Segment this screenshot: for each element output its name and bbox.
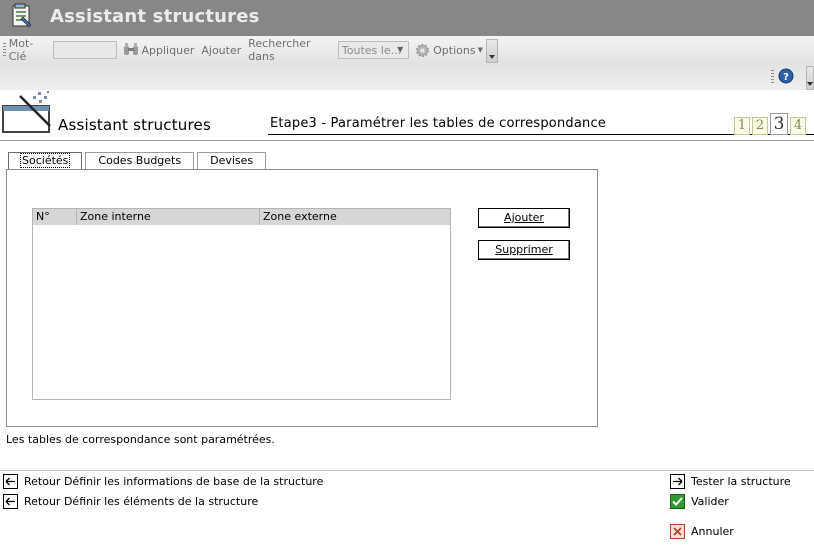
header-divider	[0, 140, 814, 141]
validate-label: Valider	[691, 495, 729, 508]
help-toolbar-grip[interactable]	[771, 70, 774, 84]
footer-divider	[0, 470, 814, 471]
keyword-input[interactable]	[52, 41, 117, 59]
step-title: Etape3 - Paramétrer les tables de corres…	[270, 116, 607, 131]
options-label: Options	[433, 43, 476, 57]
status-message: Les tables de correspondance sont paramé…	[6, 433, 275, 446]
step-2[interactable]: 2	[752, 117, 768, 135]
delete-button-label: Supprimer	[495, 243, 553, 256]
cancel-link[interactable]: Annuler	[670, 524, 734, 539]
tab-codes-budgets[interactable]: Codes Budgets	[85, 152, 195, 169]
step-3-current: 3	[770, 113, 788, 135]
test-structure-label: Tester la structure	[691, 475, 791, 488]
checkmark-icon	[670, 494, 685, 509]
wizard-title: Assistant structures	[58, 116, 211, 134]
test-structure-link[interactable]: Tester la structure	[670, 474, 791, 489]
gear-icon	[416, 43, 430, 57]
back-elements-link[interactable]: Retour Définir les éléments de la struct…	[3, 494, 258, 509]
keyword-label: Mot-Clé	[8, 37, 34, 63]
title-bar: Assistant structures	[0, 0, 814, 36]
tab-codes-budgets-label: Codes Budgets	[98, 154, 182, 167]
step-title-underline	[268, 134, 814, 135]
tab-bar: Sociétés Codes Budgets Devises	[8, 152, 269, 170]
column-header-number[interactable]: N°	[33, 209, 77, 225]
apply-label: Appliquer	[141, 43, 195, 57]
step-indicator: 1 2 3 4	[734, 113, 808, 135]
arrow-left-icon	[3, 494, 18, 509]
search-in-value: Toutes le...	[341, 43, 402, 57]
options-button[interactable]: Options ▼	[415, 43, 483, 58]
options-caret-icon: ▼	[477, 46, 483, 54]
add-button-label: Ajouter	[504, 211, 544, 224]
window-title: Assistant structures	[50, 6, 260, 27]
cancel-label: Annuler	[691, 525, 734, 538]
mapping-table[interactable]: N° Zone interne Zone externe	[32, 208, 451, 400]
back-base-info-label: Retour Définir les informations de base …	[24, 475, 324, 488]
column-header-external-zone[interactable]: Zone externe	[260, 209, 450, 225]
help-band	[0, 64, 814, 90]
delete-button[interactable]: Supprimer	[478, 240, 570, 260]
column-header-internal-zone[interactable]: Zone interne	[77, 209, 260, 225]
tab-societes[interactable]: Sociétés	[8, 152, 83, 170]
arrow-left-icon	[3, 474, 18, 489]
svg-text:?: ?	[783, 72, 789, 83]
step-1[interactable]: 1	[734, 117, 750, 135]
help-overflow-button[interactable]	[806, 66, 814, 90]
tab-societes-label: Sociétés	[19, 153, 71, 168]
binoculars-icon	[123, 43, 138, 55]
table-header: N° Zone interne Zone externe	[33, 209, 450, 225]
step-4[interactable]: 4	[790, 117, 806, 135]
help-icon: ?	[778, 68, 794, 84]
apply-button[interactable]: Appliquer	[123, 43, 195, 57]
search-in-select[interactable]: Toutes le... ▼	[337, 41, 410, 59]
app-document-icon	[12, 3, 32, 28]
add-button[interactable]: Ajouter	[478, 208, 570, 228]
back-elements-label: Retour Définir les éléments de la struct…	[24, 495, 259, 508]
add-toolbar-button[interactable]: Ajouter	[201, 44, 241, 57]
tab-devises-label: Devises	[210, 154, 254, 167]
arrow-right-icon	[670, 474, 685, 489]
help-button[interactable]: ?	[776, 67, 796, 85]
cancel-x-icon	[670, 524, 685, 539]
search-in-label: Rechercher dans	[248, 37, 311, 63]
toolbar-overflow-button[interactable]	[486, 39, 498, 63]
back-base-info-link[interactable]: Retour Définir les informations de base …	[3, 474, 323, 489]
add-toolbar-label: Ajouter	[201, 43, 242, 57]
tab-devises[interactable]: Devises	[197, 152, 267, 169]
wizard-wand-icon	[2, 91, 51, 133]
chevron-down-icon: ▼	[397, 45, 404, 54]
search-toolbar: Mot-Clé Appliquer Ajouter Rechercher dan…	[0, 36, 814, 64]
validate-link[interactable]: Valider	[670, 494, 729, 509]
toolbar-grip[interactable]	[3, 43, 6, 57]
